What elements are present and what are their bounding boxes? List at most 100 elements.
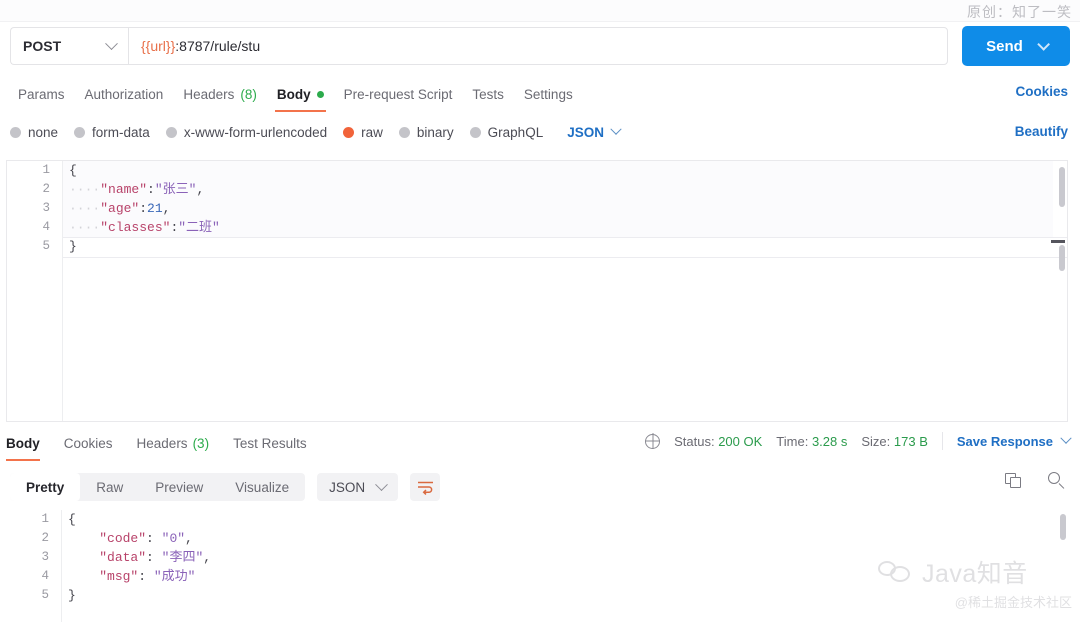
response-code-line[interactable]: "msg": "成功" bbox=[62, 567, 1068, 586]
body-type-graphql[interactable]: GraphQL bbox=[469, 124, 553, 140]
response-tab-headers[interactable]: Headers (3) bbox=[125, 428, 222, 458]
size-label: Size: bbox=[861, 433, 891, 449]
time-label: Time: bbox=[776, 433, 809, 449]
radio-icon[interactable] bbox=[469, 126, 481, 138]
body-type-raw[interactable]: raw bbox=[343, 125, 392, 140]
response-tab-cookies[interactable]: Cookies bbox=[52, 428, 125, 458]
raw-format-dropdown[interactable]: JSON bbox=[567, 123, 622, 140]
response-token: "0" bbox=[161, 531, 186, 546]
response-token: : bbox=[146, 531, 162, 546]
chevron-down-icon[interactable] bbox=[1060, 432, 1072, 444]
request-token: , bbox=[196, 182, 205, 197]
time-value: 3.28 s bbox=[811, 433, 848, 449]
radio-icon[interactable] bbox=[398, 126, 410, 138]
radio-icon[interactable] bbox=[10, 126, 21, 138]
http-method-dropdown[interactable]: POST bbox=[10, 27, 128, 65]
request-editor-scrollbar-lower[interactable] bbox=[1059, 245, 1065, 271]
body-present-dot-icon bbox=[316, 90, 324, 98]
request-tab-headers[interactable]: Headers (8) bbox=[173, 78, 267, 110]
request-code-line[interactable]: ····"classes":"二班" bbox=[63, 218, 1067, 237]
response-view-pretty[interactable]: Pretty bbox=[10, 473, 81, 501]
request-tab-body[interactable]: Body bbox=[267, 78, 334, 112]
request-tab-params[interactable]: Params bbox=[8, 78, 75, 110]
response-tab-label: Body bbox=[6, 435, 40, 451]
response-tabs: Body Cookies Headers (3) Test Results bbox=[0, 428, 319, 461]
request-token: : bbox=[139, 201, 148, 216]
request-tab-badge: (8) bbox=[240, 86, 257, 102]
url-variable: {{url}} bbox=[141, 38, 176, 54]
request-token: ···· bbox=[69, 182, 101, 197]
cookies-link[interactable]: Cookies bbox=[1015, 84, 1068, 99]
request-code-lines[interactable]: { ····"name":"张三", ····"age":21, ····"class… bbox=[63, 161, 1067, 421]
request-editor-scrollbar[interactable] bbox=[1059, 167, 1065, 207]
request-code-line[interactable]: { bbox=[63, 161, 1067, 180]
body-type-none[interactable]: none bbox=[10, 125, 67, 140]
radio-icon[interactable] bbox=[165, 126, 177, 138]
response-body-editor[interactable]: 1 2 3 4 5 { "code": "0", "data": "李四", "msg"… bbox=[6, 510, 1068, 622]
save-response-label: Save Response bbox=[956, 433, 1053, 449]
save-response-button[interactable]: Save Response bbox=[956, 432, 1072, 449]
wrap-lines-button[interactable] bbox=[410, 473, 441, 501]
response-editor-scrollbar[interactable] bbox=[1060, 514, 1066, 540]
chevron-down-icon[interactable] bbox=[1037, 37, 1050, 51]
request-line-numbers: 1 2 3 4 5 bbox=[7, 161, 63, 421]
raw-format-label: JSON bbox=[567, 124, 604, 140]
beautify-link[interactable]: Beautify bbox=[1015, 124, 1068, 139]
chevron-down-icon bbox=[375, 477, 388, 491]
editor-resize-handle[interactable] bbox=[1051, 240, 1065, 243]
url-path: :8787/rule/stu bbox=[175, 38, 261, 54]
response-line-number: 1 bbox=[41, 512, 49, 526]
status-label: Status: bbox=[674, 433, 715, 449]
response-code-line[interactable]: "data": "李四", bbox=[62, 548, 1068, 567]
response-line-numbers: 1 2 3 4 5 bbox=[6, 510, 62, 622]
response-code-line[interactable]: "code": "0", bbox=[62, 529, 1068, 548]
body-type-label: GraphQL bbox=[487, 124, 544, 140]
response-code-line[interactable]: { bbox=[62, 510, 1068, 529]
response-meta-bar: Body Cookies Headers (3) Test Results Status… bbox=[0, 428, 1080, 461]
body-type-label: raw bbox=[361, 124, 383, 140]
request-tab-settings[interactable]: Settings bbox=[514, 78, 583, 110]
request-tab-pre-request-script[interactable]: Pre-request Script bbox=[334, 78, 463, 110]
response-tab-label: Cookies bbox=[63, 435, 113, 451]
size-value: 173 B bbox=[893, 433, 928, 449]
body-type-form-data[interactable]: form-data bbox=[74, 125, 159, 140]
request-url-bar: POST {{url}}:8787/rule/stu Send bbox=[0, 22, 1080, 70]
body-type-label: binary bbox=[416, 124, 454, 140]
request-line-number: 5 bbox=[42, 239, 50, 253]
response-token: } bbox=[68, 588, 76, 603]
response-code-line[interactable]: } bbox=[62, 586, 1068, 605]
send-button[interactable]: Send bbox=[962, 26, 1070, 66]
request-code-line[interactable]: ····"name":"张三", bbox=[63, 180, 1067, 199]
response-token: "data" bbox=[99, 550, 147, 565]
request-tab-label: Body bbox=[276, 86, 311, 102]
request-token: "age" bbox=[100, 201, 140, 216]
request-code-line[interactable]: } bbox=[63, 237, 1067, 256]
response-view-raw[interactable]: Raw bbox=[80, 473, 139, 501]
request-code-line[interactable]: ····"age":21, bbox=[63, 199, 1067, 218]
response-token bbox=[68, 550, 99, 565]
top-strip bbox=[0, 0, 1080, 22]
request-token: ···· bbox=[69, 220, 101, 235]
response-actions bbox=[1005, 472, 1066, 490]
response-view-preview[interactable]: Preview bbox=[139, 473, 219, 501]
radio-icon[interactable] bbox=[343, 126, 355, 138]
request-tab-label: Headers bbox=[183, 86, 235, 102]
request-token: { bbox=[69, 163, 77, 178]
response-tab-label: Test Results bbox=[233, 435, 307, 451]
body-type-binary[interactable]: binary bbox=[398, 124, 463, 140]
response-code-lines[interactable]: { "code": "0", "data": "李四", "msg": "成功"… bbox=[62, 510, 1068, 622]
response-tab-body[interactable]: Body bbox=[0, 428, 52, 461]
request-token: "张三" bbox=[154, 182, 197, 197]
response-tab-test-results[interactable]: Test Results bbox=[221, 428, 319, 458]
response-format-dropdown[interactable]: JSON bbox=[317, 473, 399, 501]
request-tab-authorization[interactable]: Authorization bbox=[75, 78, 174, 110]
response-view-visualize[interactable]: Visualize bbox=[219, 473, 305, 501]
request-tab-tests[interactable]: Tests bbox=[462, 78, 514, 110]
body-type-x-www-form-urlencoded[interactable]: x-www-form-urlencoded bbox=[165, 125, 336, 140]
request-body-editor[interactable]: 12345 {····"name":"张三", ····"age":21, ····… bbox=[6, 160, 1068, 422]
radio-icon[interactable] bbox=[74, 126, 86, 138]
search-icon[interactable] bbox=[1048, 472, 1066, 490]
response-format-toolbar: Pretty Raw Preview Visualize JSON bbox=[0, 468, 1080, 506]
copy-icon[interactable] bbox=[1005, 472, 1022, 490]
url-input[interactable]: {{url}}:8787/rule/stu bbox=[128, 27, 948, 65]
